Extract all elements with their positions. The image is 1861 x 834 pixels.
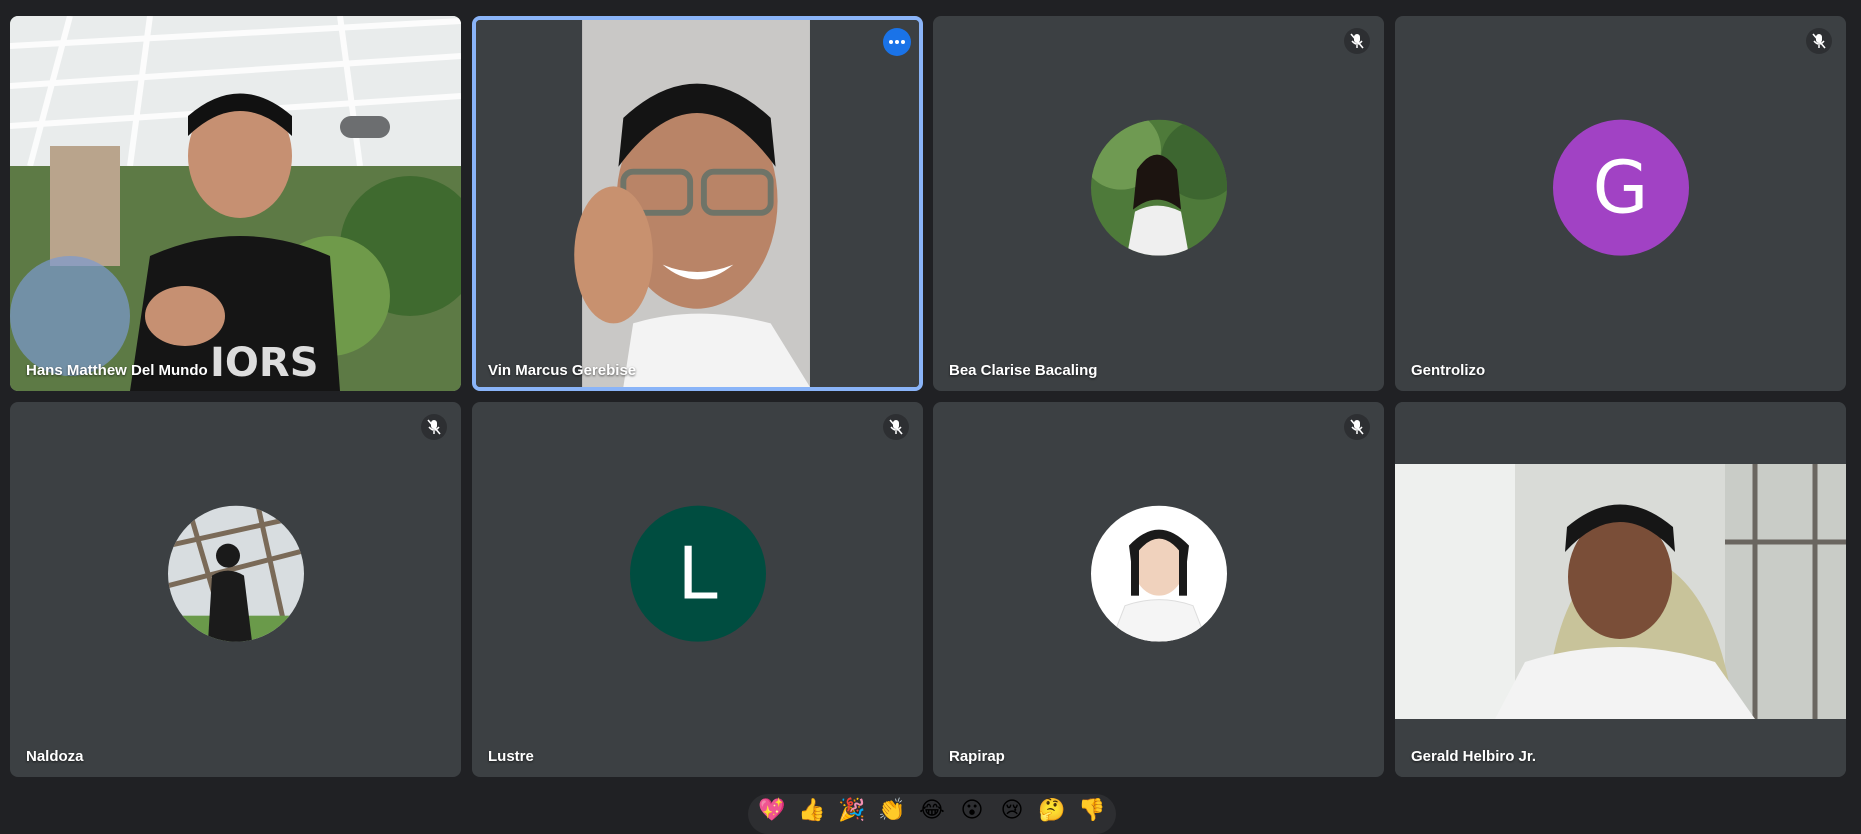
participant-tile-rapirap[interactable]: Rapirap (933, 402, 1384, 777)
meeting-grid: IORS Hans Matthew Del Mundo Vin Marcus G… (0, 0, 1861, 820)
reaction-thumbs-up[interactable]: 👍 (794, 794, 830, 830)
mic-off-icon (421, 414, 447, 440)
participant-tile-gerald[interactable]: Gerald Helbiro Jr. (1395, 402, 1846, 777)
mic-off-icon (1344, 414, 1370, 440)
participant-name: Gerald Helbiro Jr. (1411, 748, 1537, 765)
avatar (167, 505, 304, 642)
reaction-surprised[interactable]: 😮 (954, 794, 990, 830)
more-options-button[interactable] (883, 28, 911, 56)
participant-name: Naldoza (26, 748, 84, 765)
participant-name: Rapirap (949, 748, 1005, 765)
participant-name: Bea Clarise Bacaling (949, 362, 1098, 379)
reaction-laugh[interactable]: 😂 (914, 794, 950, 830)
reaction-thinking[interactable]: 🤔 (1034, 794, 1070, 830)
avatar-initial: L (629, 505, 766, 642)
participant-tile-bea[interactable]: Bea Clarise Bacaling (933, 16, 1384, 391)
participant-name: Lustre (488, 748, 534, 765)
avatar (1090, 119, 1227, 256)
participant-video (1395, 402, 1846, 777)
reaction-sad[interactable]: 😢 (994, 794, 1030, 830)
more-options-icon (889, 40, 905, 44)
participant-name: Vin Marcus Gerebise (488, 362, 637, 379)
participant-video: IORS (10, 16, 461, 391)
mic-off-icon (1344, 28, 1370, 54)
participant-tile-hans[interactable]: IORS Hans Matthew Del Mundo (10, 16, 461, 391)
svg-text:IORS: IORS (210, 340, 319, 386)
participant-tile-vin[interactable]: Vin Marcus Gerebise (472, 16, 923, 391)
reaction-party[interactable]: 🎉 (834, 794, 870, 830)
mic-off-icon (883, 414, 909, 440)
avatar (1090, 505, 1227, 642)
participant-video (476, 20, 919, 387)
reaction-clap[interactable]: 👏 (874, 794, 910, 830)
participant-name: Gentrolizo (1411, 362, 1486, 379)
participant-name: Hans Matthew Del Mundo (26, 362, 208, 379)
mic-off-icon (1806, 28, 1832, 54)
reaction-thumbs-down[interactable]: 👎 (1074, 794, 1110, 830)
participant-tile-gentrolizo[interactable]: G Gentrolizo (1395, 16, 1846, 391)
reactions-bar: 💖 👍 🎉 👏 😂 😮 😢 🤔 👎 (748, 794, 1116, 834)
participant-tile-lustre[interactable]: L Lustre (472, 402, 923, 777)
avatar-initial: G (1552, 119, 1689, 256)
participant-tile-naldoza[interactable]: Naldoza (10, 402, 461, 777)
reaction-heart[interactable]: 💖 (754, 794, 790, 830)
